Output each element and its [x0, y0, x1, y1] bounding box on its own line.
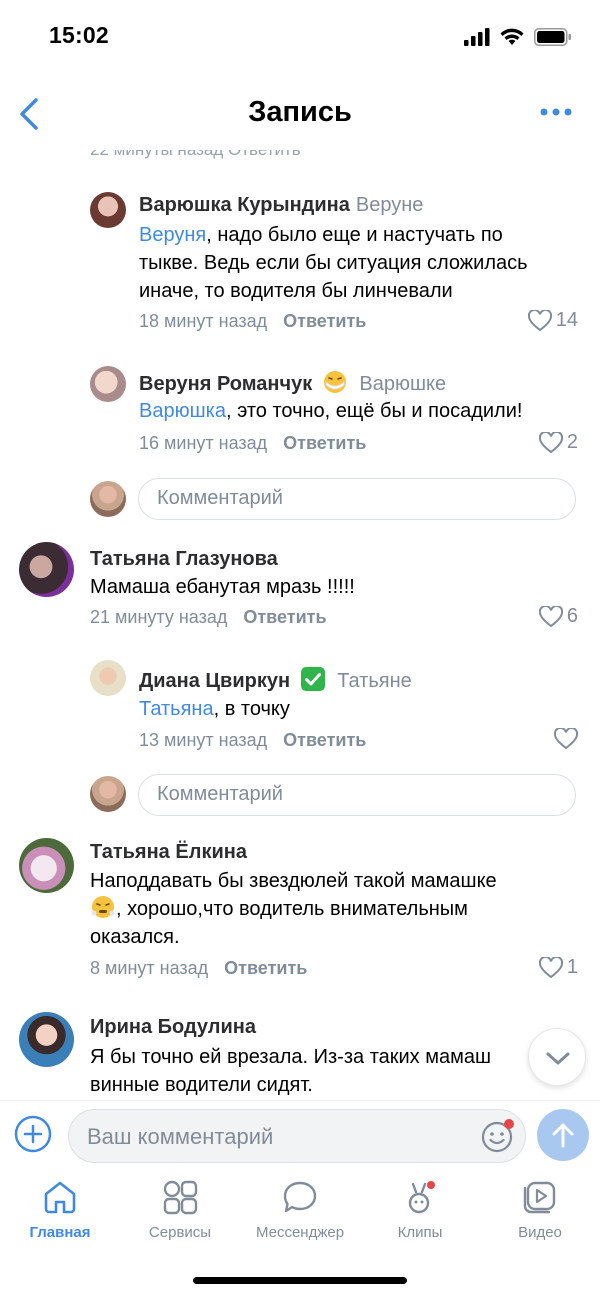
avatar[interactable] — [19, 542, 74, 597]
comment: Татьяна Глазунова Мамаша ебанутая мразь … — [0, 542, 600, 642]
status-icons — [464, 28, 572, 46]
nav-bar: Запись — [0, 76, 600, 150]
reply-button[interactable]: Ответить — [283, 730, 366, 750]
comment-author[interactable]: Веруня Романчук — [139, 373, 312, 395]
tab-label: Клипы — [397, 1224, 443, 1241]
messenger-icon — [283, 1181, 317, 1213]
comment-text: Татьяна, в точку — [139, 698, 290, 720]
avatar[interactable] — [90, 366, 126, 402]
comment-text: Я бы точно ей врезала. Из-за таких мамаш… — [90, 1046, 492, 1096]
comment-author[interactable]: Варюшка Курындина — [139, 194, 350, 216]
comment-author[interactable]: Татьяна Глазунова — [90, 548, 278, 571]
like-count: 14 — [555, 309, 578, 331]
check-emoji-icon — [300, 667, 325, 691]
comment-author[interactable]: Татьяна Ёлкина — [90, 841, 247, 864]
status-bar: 15:02 — [0, 0, 600, 76]
comment: Ирина Бодулина Я бы точно ей врезала. Из… — [0, 1012, 600, 1100]
send-button[interactable] — [537, 1109, 589, 1161]
tab-label: Главная — [29, 1224, 91, 1241]
like-count: 1 — [566, 956, 578, 978]
clips-icon — [408, 1181, 435, 1214]
reply-to-name[interactable]: Веруне — [356, 194, 424, 216]
heart-icon — [538, 956, 563, 978]
comment-input[interactable]: Ваш комментарий — [68, 1109, 526, 1163]
like-button[interactable]: 6 — [538, 605, 578, 628]
comment-reply: Варюшка Курындина Веруне Веруня, надо был… — [0, 188, 600, 348]
avatar[interactable] — [90, 192, 126, 228]
home-indicator — [193, 1277, 407, 1284]
comment-input-bar: Ваш комментарий — [0, 1100, 600, 1172]
tab-messenger[interactable]: Мессенджер — [240, 1178, 360, 1248]
comment-time: 16 минут назад — [139, 433, 268, 453]
comment-text: Мамаша ебанутая мразь !!!!! — [90, 576, 355, 598]
more-dots-icon[interactable] — [540, 102, 572, 122]
comment-author[interactable]: Ирина Бодулина — [90, 1016, 256, 1039]
like-button[interactable]: 14 — [527, 309, 578, 332]
comment: Татьяна Ёлкина Наподдавать бы звездюлей … — [0, 838, 600, 988]
mention-link[interactable]: Веруня — [139, 224, 206, 246]
clipped-comment-meta: 22 минуты назад Ответить — [90, 150, 600, 159]
comment-reply: Веруня Романчук Варюшке Варюшка, это точ… — [0, 364, 600, 464]
arrow-up-icon — [552, 1123, 574, 1148]
comment-time: 13 минут назад — [139, 730, 268, 750]
my-avatar — [90, 481, 126, 517]
comment-time: 18 минут назад — [139, 311, 268, 331]
tab-clips[interactable]: Клипы — [360, 1178, 480, 1248]
mention-link[interactable]: Татьяна — [139, 698, 214, 720]
status-time: 15:02 — [49, 22, 109, 48]
tab-label: Видео — [518, 1224, 562, 1241]
avatar[interactable] — [19, 838, 74, 893]
comments-feed[interactable]: 22 минуты назад Ответить Варюшка Курынди… — [0, 150, 600, 1100]
steam-face-emoji-icon — [91, 896, 115, 918]
reply-comment-input[interactable]: Комментарий — [138, 478, 576, 520]
reply-button[interactable]: Ответить — [283, 433, 366, 453]
reply-to-name[interactable]: Варюшке — [359, 373, 446, 395]
avatar[interactable] — [19, 1012, 74, 1067]
video-icon — [523, 1181, 556, 1214]
comment-text: Варюшка, это точно, ещё бы и посадили! — [139, 400, 523, 422]
tab-home[interactable]: Главная — [0, 1178, 120, 1248]
comment-text: Наподдавать бы звездюлей такой мамашке ,… — [90, 870, 497, 948]
heart-icon — [527, 309, 552, 331]
comment-text: Веруня, надо было еще и настучать по тык… — [139, 224, 528, 302]
like-count: 2 — [566, 431, 578, 453]
my-avatar — [90, 776, 126, 812]
comment-time: 21 минуту назад — [90, 607, 228, 627]
tab-label: Мессенджер — [255, 1224, 345, 1241]
mask-emoji-icon — [323, 371, 346, 393]
reply-to-name[interactable]: Татьяне — [337, 670, 412, 692]
wifi-icon — [500, 28, 524, 45]
tab-label: Сервисы — [148, 1224, 212, 1241]
services-icon — [163, 1180, 198, 1215]
home-icon — [44, 1181, 76, 1214]
like-button[interactable]: 1 — [538, 956, 578, 979]
reply-button[interactable]: Ответить — [243, 607, 326, 627]
scroll-down-button[interactable] — [528, 1028, 586, 1086]
comment-time: 8 минут назад — [90, 958, 209, 978]
heart-icon — [538, 431, 563, 453]
like-count: 6 — [566, 605, 578, 627]
avatar[interactable] — [90, 660, 126, 696]
chevron-down-icon — [546, 1052, 570, 1065]
mention-link[interactable]: Варюшка — [139, 400, 226, 422]
reply-comment-input[interactable]: Комментарий — [138, 774, 576, 816]
add-attachment-icon[interactable] — [14, 1115, 52, 1153]
heart-icon — [554, 728, 578, 750]
reply-button[interactable]: Ответить — [283, 311, 366, 331]
heart-icon — [538, 605, 563, 627]
tab-services[interactable]: Сервисы — [120, 1178, 240, 1248]
comment-author[interactable]: Диана Цвиркун — [139, 670, 290, 692]
like-button[interactable]: 2 — [538, 431, 578, 454]
reply-button[interactable]: Ответить — [224, 958, 307, 978]
signal-icon — [464, 28, 490, 46]
page-title: Запись — [248, 96, 352, 128]
comment-reply: Диана Цвиркун Татьяне Татьяна, в точку 1… — [0, 658, 600, 758]
like-button[interactable] — [554, 728, 578, 750]
smile-icon[interactable] — [481, 1119, 515, 1153]
battery-icon — [534, 28, 571, 46]
tab-video[interactable]: Видео — [480, 1178, 600, 1248]
